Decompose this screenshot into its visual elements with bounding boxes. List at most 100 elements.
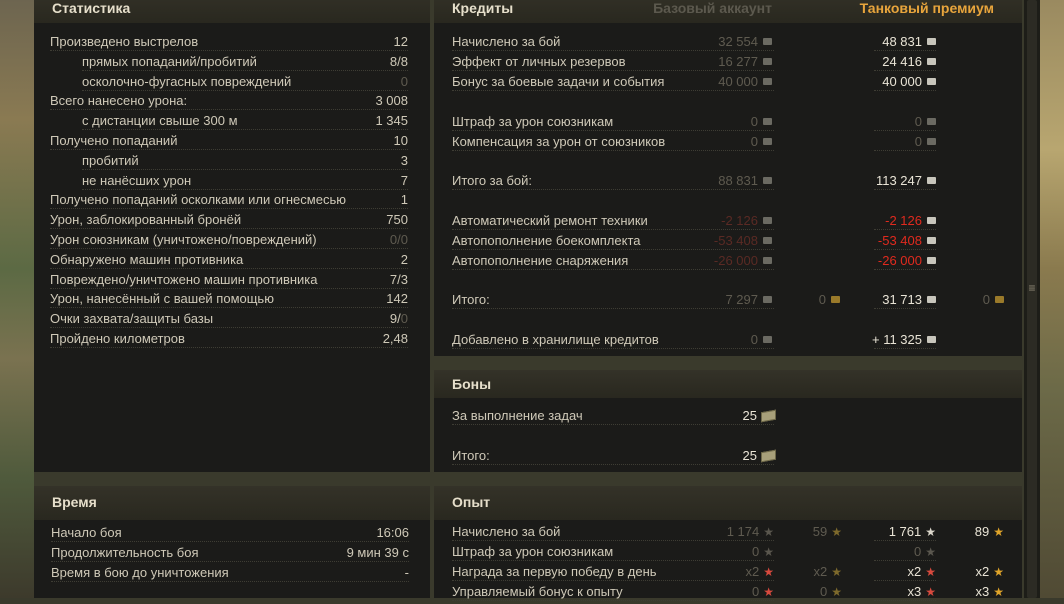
time-label: Время в бою до уничтожения — [51, 565, 229, 580]
stat-row: Урон, заблокированный бронёй 750 — [34, 212, 430, 232]
credit-label: Автоматический ремонт техники — [452, 213, 648, 228]
premium-credit-text: 31 713 — [882, 292, 922, 307]
premium-credit-value: 24 416 — [882, 54, 936, 69]
stat-label: Повреждено/уничтожено машин противника — [50, 271, 318, 287]
dotted-divider — [51, 541, 409, 542]
base-credit-text: -26 000 — [713, 253, 758, 268]
base-credit-text: 88 831 — [718, 173, 758, 188]
dotted-divider — [452, 464, 774, 465]
stat-label: Произведено выстрелов — [50, 34, 199, 49]
bond-value: 25 — [743, 448, 776, 463]
dotted-divider — [452, 130, 774, 131]
premium-credit-value: 48 831 — [882, 34, 936, 49]
credit-label: Эффект от личных резервов — [452, 54, 626, 69]
credit-label: Бонус за боевые задачи и события — [452, 74, 665, 89]
stat-row: Получено попаданий осколками или огнесме… — [34, 192, 430, 212]
scrollbar-handle[interactable] — [1027, 0, 1037, 598]
base-free-xp-value: 0 ★ — [820, 584, 842, 599]
credit-row: Штраф за урон союзникам 0 0 — [434, 114, 1022, 134]
xp-star-icon: ★ — [763, 525, 774, 539]
dotted-divider — [874, 70, 936, 71]
dotted-divider — [452, 600, 774, 601]
base-xp-value: x2 ★ — [746, 564, 775, 579]
dotted-divider — [874, 249, 936, 250]
dotted-divider — [874, 189, 936, 190]
base-credit-value: 7 297 — [725, 292, 772, 307]
credit-label: Автопополнение снаряжения — [452, 253, 629, 268]
stat-value: 3 008 — [375, 93, 408, 108]
credits-icon — [927, 78, 936, 86]
statistics-panel: Статистика Произведено выстрелов 12 прямых… — [34, 0, 430, 472]
credits-icon — [927, 58, 936, 66]
premium-free-xp-text: 89 — [974, 524, 990, 539]
base-xp-value: 0 ★ — [752, 584, 774, 599]
xp-label: Награда за первую победу в день — [452, 564, 657, 579]
time-title: Время — [52, 494, 97, 510]
credits-icon — [927, 217, 936, 225]
stat-value-text: 1 345 — [375, 113, 408, 129]
stat-value: 1 — [401, 192, 408, 207]
credit-row: Начислено за бой 32 554 48 831 — [434, 34, 1022, 54]
premium-free-xp-value: 89 ★ — [975, 524, 1004, 539]
stat-value: 8/8 — [390, 54, 408, 69]
xp-row: Управляемый бонус к опыту 0 ★ 0 ★ x3 ★ x3 ★ — [434, 584, 1022, 604]
credits-icon — [927, 336, 936, 344]
bond-label: За выполнение задач — [452, 408, 583, 423]
dotted-divider — [874, 229, 936, 230]
credit-row: Автоматический ремонт техники -2 126 -2 12… — [434, 213, 1022, 233]
base-credit-value: 0 — [751, 332, 772, 347]
time-row: Продолжительность боя 9 мин 39 с — [34, 545, 430, 565]
credits-icon — [927, 257, 936, 265]
dotted-divider — [452, 348, 774, 349]
xp-star-icon: ★ — [763, 565, 774, 579]
dotted-divider — [50, 327, 408, 329]
xp-star-icon: ★ — [925, 525, 936, 539]
credit-row: Итого за бой: 88 831 113 247 — [434, 173, 1022, 193]
stat-value-text: 2,48 — [382, 331, 408, 346]
scrollbar-grip-icon[interactable]: ≡ — [1026, 282, 1038, 294]
credits-icon — [763, 217, 772, 225]
time-value: 9 мин 39 с — [346, 545, 409, 560]
base-xp-value: 1 174 ★ — [727, 524, 774, 539]
premium-credit-text: -2 126 — [885, 213, 922, 228]
base-credit-text: 0 — [750, 332, 758, 347]
dotted-divider — [82, 69, 408, 71]
premium-free-xp-text: x2 — [975, 564, 990, 579]
premium-free-xp-value: x3 ★ — [976, 584, 1005, 599]
credit-row: Добавлено в хранилище кредитов 0 + 11 325 — [434, 332, 1022, 352]
tank-premium-column-header: Танковый премиум — [859, 0, 994, 16]
dotted-divider — [50, 347, 408, 348]
credits-icon — [927, 296, 936, 304]
battle-background-left — [0, 0, 34, 598]
free-xp-star-icon: ★ — [831, 565, 842, 579]
base-credit-value: 32 554 — [718, 34, 772, 49]
premium-credit-value: 0 — [915, 134, 936, 149]
premium-xp-text: x3 — [907, 584, 922, 599]
stat-row: с дистанции свыше 300 м 1 345 — [34, 113, 430, 133]
credit-row: Эффект от личных резервов 16 277 24 416 — [434, 54, 1022, 74]
premium-credit-text: 113 247 — [875, 173, 922, 188]
credit-label: Начислено за бой — [452, 34, 561, 49]
base-xp-value: 0 ★ — [752, 544, 774, 559]
premium-free-xp-text: x3 — [975, 584, 990, 599]
stat-label: Обнаружено машин противника — [50, 251, 244, 267]
credits-title: Кредиты — [452, 0, 514, 16]
stat-row: Очки захвата/защиты базы 9/0 — [34, 311, 430, 331]
stat-value: 9/0 — [390, 311, 408, 326]
stat-row: осколочно-фугасных повреждений 0 — [34, 74, 430, 94]
base-gold-value: 0 — [819, 292, 840, 307]
stat-label: Урон, заблокированный бронёй — [50, 212, 242, 228]
premium-xp-value: x2 ★ — [908, 564, 937, 579]
stat-value: 12 — [394, 34, 408, 49]
credits-icon — [927, 177, 936, 185]
credit-row: Итого: 7 297 0 31 713 0 — [434, 292, 1022, 312]
dotted-divider — [452, 560, 774, 561]
bond-label: Итого: — [452, 448, 490, 463]
bond-row: Итого: 25 — [434, 448, 1022, 468]
credit-row: Автопополнение снаряжения -26 000 -26 000 — [434, 253, 1022, 273]
stat-value-text: 10 — [393, 133, 408, 148]
credit-label: Автопополнение боекомплекта — [452, 233, 641, 248]
free-xp-star-icon: ★ — [831, 585, 842, 599]
premium-credit-text: -26 000 — [877, 253, 922, 268]
premium-xp-text: x2 — [907, 564, 922, 579]
